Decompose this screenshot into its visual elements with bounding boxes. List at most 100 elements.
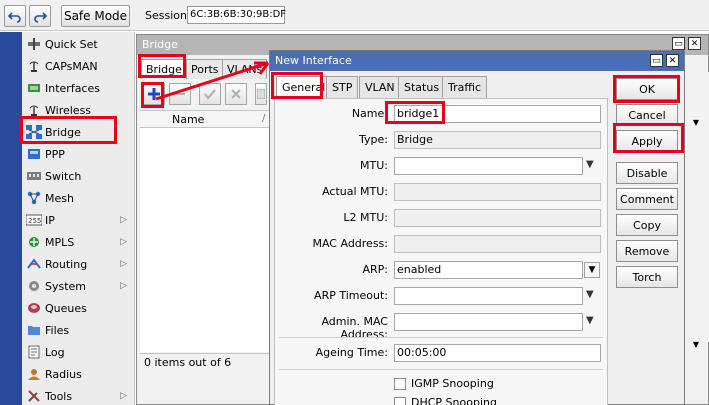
- dropdown-arrow-icon[interactable]: ▼: [690, 116, 702, 128]
- mesh-icon: [26, 191, 42, 205]
- sidebar-item-switch[interactable]: Switch: [22, 165, 135, 187]
- mac-address-label: MAC Address:: [312, 237, 388, 250]
- bridge-table-body[interactable]: [140, 128, 270, 352]
- bridge-scroll-strip: ▼ ▼: [686, 72, 709, 349]
- ageing-time-input[interactable]: 00:05:00: [394, 344, 601, 362]
- session-field[interactable]: 6C:3B:6B:30:9B:DF: [187, 6, 286, 24]
- ip-icon: 255: [26, 213, 42, 227]
- tab-general[interactable]: General: [276, 76, 332, 98]
- dialog-restore-icon[interactable]: ▭: [650, 54, 663, 67]
- torch-button[interactable]: Torch: [616, 266, 678, 288]
- tab-traffic[interactable]: Traffic: [442, 76, 488, 98]
- switch-icon: [26, 169, 42, 183]
- session-label: Session:: [145, 9, 191, 22]
- sidebar-item-label: System: [45, 279, 87, 293]
- sidebar-item-system[interactable]: System ▷: [22, 275, 135, 297]
- capsman-icon: [26, 59, 42, 73]
- arp-timeout-dropdown-icon[interactable]: ▼: [586, 289, 594, 300]
- name-input[interactable]: bridge1: [394, 105, 601, 123]
- add-button[interactable]: [143, 83, 165, 105]
- sidebar-item-label: Queues: [45, 301, 87, 315]
- sidebar-menu: Quick Set CAPsMAN Interfaces Wireless Br…: [22, 32, 135, 405]
- arp-label: ARP:: [362, 263, 388, 276]
- table-header: Name /: [140, 110, 270, 128]
- admin-mac-input[interactable]: [394, 313, 583, 331]
- remove-button[interactable]: [169, 83, 191, 105]
- safe-mode-button[interactable]: Safe Mode: [61, 5, 130, 27]
- sidebar-item-interfaces[interactable]: Interfaces: [22, 77, 135, 99]
- type-label: Type:: [359, 133, 388, 146]
- sidebar-item-routing[interactable]: Routing ▷: [22, 253, 135, 275]
- dhcp-snooping-checkbox[interactable]: [394, 397, 406, 405]
- sidebar-item-label: Interfaces: [45, 81, 100, 95]
- files-icon: [26, 323, 42, 337]
- sidebar-item-radius[interactable]: Radius: [22, 363, 135, 385]
- tab-status[interactable]: Status: [398, 76, 446, 98]
- log-icon: [26, 345, 42, 359]
- sidebar-item-quick-set[interactable]: Quick Set: [22, 33, 135, 55]
- sidebar-item-label: IP: [45, 213, 55, 227]
- arp-dropdown-icon[interactable]: ▼: [584, 262, 600, 278]
- sidebar-item-label: Mesh: [45, 191, 74, 205]
- sidebar-item-label: Routing: [45, 257, 88, 271]
- sidebar-item-label: Files: [45, 323, 70, 337]
- scroll-down-icon[interactable]: ▼: [690, 338, 702, 350]
- tab-bridge[interactable]: Bridge: [141, 59, 187, 79]
- submenu-arrow-icon: ▷: [120, 259, 127, 269]
- arp-select[interactable]: enabled: [394, 261, 583, 279]
- sidebar-item-capsman[interactable]: CAPsMAN: [22, 55, 135, 77]
- igmp-snooping-checkbox[interactable]: [394, 378, 406, 390]
- ppp-icon: [26, 147, 42, 161]
- apply-button[interactable]: Apply: [616, 130, 678, 152]
- mtu-dropdown-icon[interactable]: ▼: [586, 159, 594, 170]
- dhcp-snooping-label: DHCP Snooping: [411, 396, 497, 405]
- sidebar-item-queues[interactable]: Queues: [22, 297, 135, 319]
- top-toolbar: Safe Mode Session: 6C:3B:6B:30:9B:DF: [0, 0, 709, 31]
- sidebar-item-files[interactable]: Files: [22, 319, 135, 341]
- mac-address-field: [394, 235, 601, 253]
- admin-mac-dropdown-icon[interactable]: ▼: [586, 315, 594, 326]
- ok-button[interactable]: OK: [616, 78, 678, 100]
- l2-mtu-label: L2 MTU:: [343, 211, 388, 224]
- sidebar-item-label: Tools: [45, 389, 73, 403]
- tab-vlan[interactable]: VLAN: [359, 76, 401, 98]
- disable-button[interactable]: Disable: [616, 162, 678, 184]
- mtu-input[interactable]: [394, 157, 583, 175]
- comment-toolbar-button[interactable]: [255, 83, 267, 105]
- tab-ports[interactable]: Ports: [186, 59, 224, 79]
- type-field: Bridge: [394, 131, 601, 149]
- column-name-header[interactable]: Name: [172, 113, 204, 126]
- cancel-button[interactable]: Cancel: [616, 104, 678, 126]
- disable-toolbar-button[interactable]: [225, 83, 247, 105]
- copy-button[interactable]: Copy: [616, 214, 678, 236]
- sidebar-item-ip[interactable]: 255 IP ▷: [22, 209, 135, 231]
- sidebar-item-mesh[interactable]: Mesh: [22, 187, 135, 209]
- sidebar-item-wireless[interactable]: Wireless: [22, 99, 135, 121]
- tab-stp[interactable]: STP: [326, 76, 359, 98]
- sidebar-item-bridge[interactable]: Bridge: [22, 121, 135, 143]
- bridge-restore-icon[interactable]: ▭: [672, 37, 685, 50]
- section-divider: [279, 369, 603, 370]
- sidebar-item-log[interactable]: Log: [22, 341, 135, 363]
- sidebar-item-ppp[interactable]: PPP: [22, 143, 135, 165]
- sidebar-item-label: PPP: [45, 147, 65, 161]
- igmp-snooping-label: IGMP Snooping: [411, 377, 494, 390]
- bridge-close-icon[interactable]: ✕: [688, 37, 701, 50]
- queues-icon: [26, 301, 42, 315]
- radius-icon: [26, 367, 42, 381]
- undo-button[interactable]: [4, 5, 26, 27]
- submenu-arrow-icon: ▷: [120, 237, 127, 247]
- name-label: Name:: [351, 107, 388, 120]
- redo-icon: [34, 12, 47, 23]
- dialog-close-icon[interactable]: ✕: [666, 54, 679, 67]
- sidebar-item-mpls[interactable]: MPLS ▷: [22, 231, 135, 253]
- winbox-side-strip: [0, 32, 22, 405]
- arp-timeout-input[interactable]: [394, 287, 583, 305]
- wireless-icon: [26, 103, 42, 117]
- sidebar-item-tools[interactable]: Tools ▷: [22, 385, 135, 405]
- redo-button[interactable]: [29, 5, 51, 27]
- comment-button[interactable]: Comment: [616, 188, 678, 210]
- remove-dialog-button[interactable]: Remove: [616, 240, 678, 262]
- tab-vlans[interactable]: VLANs: [222, 59, 268, 79]
- enable-button[interactable]: [199, 83, 221, 105]
